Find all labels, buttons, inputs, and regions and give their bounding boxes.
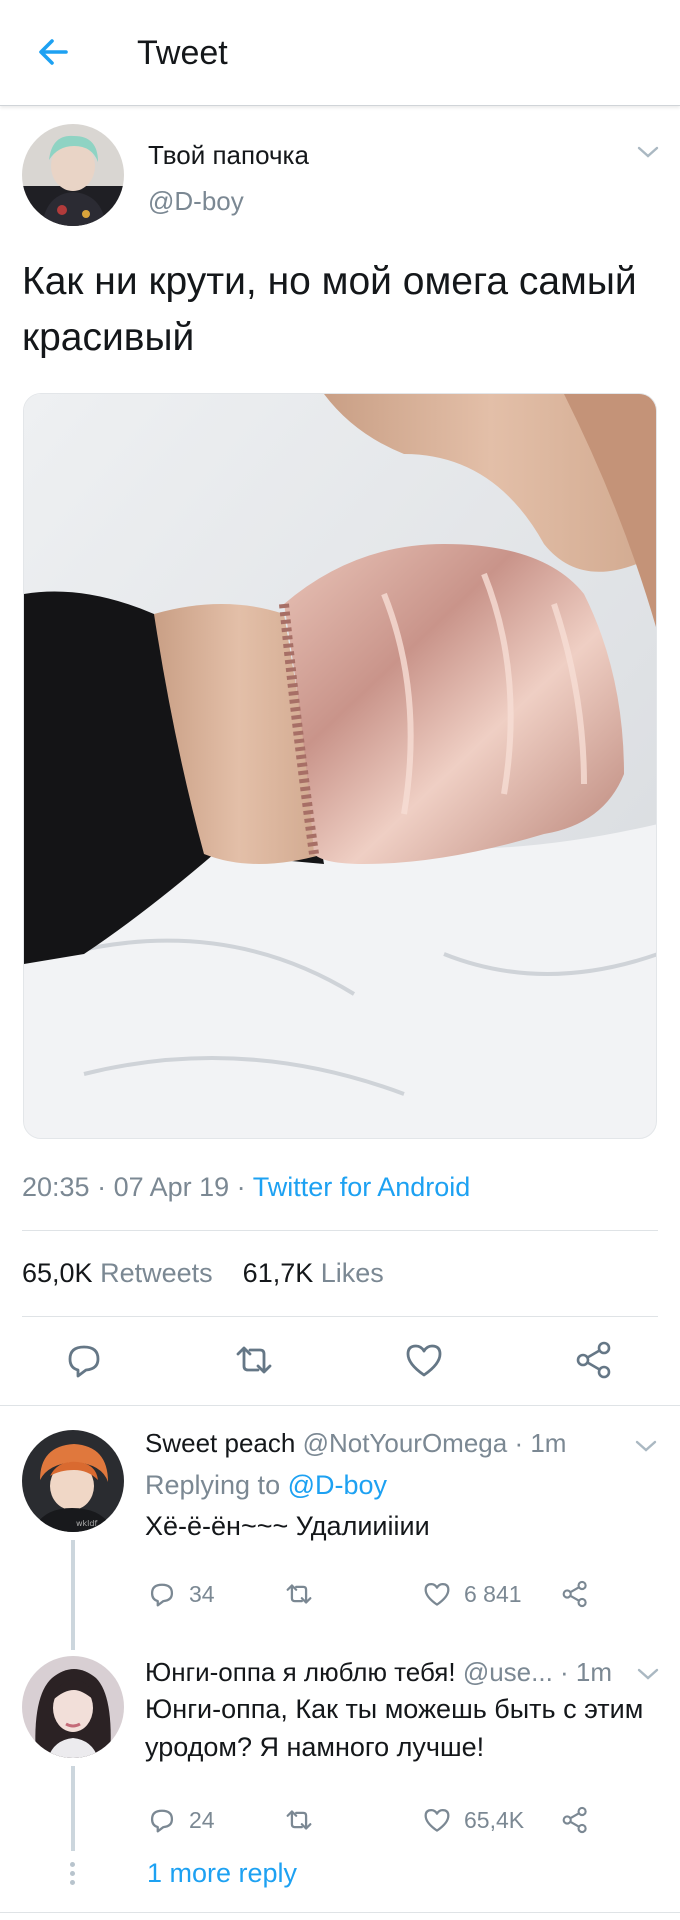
tweet-source-link[interactable]: Twitter for Android — [253, 1172, 471, 1202]
reply-author-handle: @NotYourOmega — [302, 1428, 508, 1458]
author-avatar[interactable] — [22, 124, 124, 226]
likes-stat[interactable]: 61,7K Likes — [243, 1258, 384, 1288]
reply-like-button[interactable]: 65,4K — [420, 1800, 524, 1840]
author-handle[interactable]: @D-boy — [148, 186, 244, 217]
share-icon — [562, 1580, 587, 1608]
replying-to: Replying to @D-boy — [145, 1470, 387, 1501]
reply-text: Юнги-оппа, Как ты можешь быть с этим уро… — [145, 1694, 644, 1762]
reply-menu-chevron[interactable] — [634, 1438, 658, 1459]
reply-reply-button[interactable]: 34 — [145, 1574, 215, 1614]
divider — [0, 1912, 680, 1913]
chevron-down-icon — [635, 1440, 657, 1452]
reply-reply-count: 24 — [189, 1806, 215, 1833]
tweet-stats: 65,0K Retweets 61,7K Likes — [22, 1258, 384, 1289]
retweet-icon — [236, 1346, 272, 1374]
share-button[interactable] — [570, 1336, 618, 1384]
reply-like-button[interactable]: 6 841 — [420, 1574, 522, 1614]
reply-like-count: 65,4K — [464, 1806, 525, 1833]
share-icon — [576, 1341, 611, 1379]
reply-reply-button[interactable]: 24 — [145, 1800, 215, 1840]
thread-line — [71, 1766, 75, 1851]
divider — [22, 1230, 658, 1231]
reply-button[interactable] — [60, 1336, 108, 1384]
retweets-count: 65,0K — [22, 1258, 93, 1288]
reply-time: 1m — [575, 1657, 613, 1687]
reply-avatar[interactable]: wkldf — [22, 1430, 124, 1532]
reply-icon — [68, 1345, 100, 1378]
reply-icon — [150, 1583, 174, 1607]
thread-line — [71, 1540, 75, 1650]
heart-icon — [424, 1808, 450, 1832]
tweet-time: 20:35 — [22, 1172, 90, 1202]
likes-count: 61,7K — [242, 1258, 314, 1288]
retweet-icon — [286, 1810, 312, 1830]
arrow-left-icon — [39, 39, 68, 65]
retweets-label: Retweets — [100, 1258, 213, 1288]
reply-icon — [150, 1809, 174, 1833]
share-icon — [562, 1806, 587, 1834]
likes-label: Likes — [320, 1258, 384, 1288]
reply-share-button[interactable] — [558, 1574, 592, 1614]
thread-dots — [70, 1862, 76, 1889]
reply-retweet-button[interactable] — [282, 1800, 316, 1840]
replying-to-label: Replying to — [145, 1470, 281, 1500]
reply-author-name: Юнги-оппа я люблю тебя! — [145, 1657, 456, 1687]
heart-icon — [424, 1582, 450, 1606]
top-bar: Tweet — [0, 0, 680, 106]
divider — [22, 1316, 658, 1317]
chevron-down-icon — [637, 146, 659, 158]
reply-retweet-button[interactable] — [282, 1574, 316, 1614]
show-more-replies-link[interactable]: 1 more reply — [147, 1858, 297, 1889]
reply-author-handle: @use... — [462, 1657, 553, 1687]
divider — [0, 1405, 680, 1406]
reply-author-name: Sweet peach — [145, 1428, 296, 1458]
back-button[interactable] — [30, 28, 78, 76]
reply-share-button[interactable] — [558, 1800, 592, 1840]
reply-text: Хё-ё-ён~~~ Удалииiiии — [145, 1511, 430, 1541]
heart-icon — [406, 1344, 442, 1377]
tweet-photo[interactable] — [23, 393, 657, 1139]
tweet-menu-chevron[interactable] — [636, 144, 660, 165]
chevron-down-icon — [637, 1668, 659, 1680]
svg-text:wkldf: wkldf — [76, 1519, 97, 1528]
tweet-text: Как ни крути, но мой омега самый красивы… — [22, 260, 637, 359]
tweet-date: 07 Apr 19 — [113, 1172, 230, 1202]
reply-time: 1m — [530, 1428, 567, 1458]
author-name[interactable]: Твой папочка — [148, 140, 309, 171]
like-button[interactable] — [400, 1336, 448, 1384]
reply-header[interactable]: Юнги-оппа я люблю тебя! @use... · 1m — [145, 1657, 612, 1688]
retweets-stat[interactable]: 65,0K Retweets — [22, 1258, 220, 1288]
reply-menu-chevron[interactable] — [636, 1666, 660, 1687]
reply-header[interactable]: Sweet peach @NotYourOmega · 1m — [145, 1428, 566, 1459]
tweet-meta: 20:35 · 07 Apr 19 · Twitter for Android — [22, 1172, 471, 1202]
reply-like-count: 6 841 — [464, 1580, 522, 1607]
retweet-button[interactable] — [230, 1336, 278, 1384]
page-title: Tweet — [137, 34, 228, 72]
reply-avatar[interactable] — [22, 1656, 124, 1758]
replying-to-mention[interactable]: @D-boy — [288, 1470, 387, 1500]
retweet-icon — [286, 1584, 312, 1604]
reply-reply-count: 34 — [189, 1580, 215, 1607]
